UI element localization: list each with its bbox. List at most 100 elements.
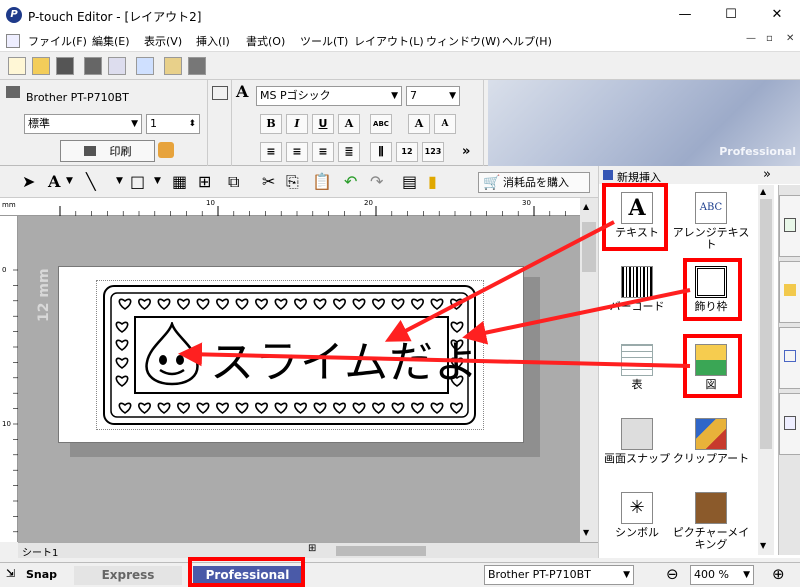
menu-layout[interactable]: レイアウト(L) [354,33,424,49]
mdi-restore-button[interactable]: ▫ [766,33,773,44]
menu-view[interactable]: 表示(V) [144,33,182,49]
close-button[interactable]: ✕ [754,0,800,30]
insert-arrange-text-tool[interactable]: ABC アレンジテキスト [671,192,751,251]
shrink-font-icon[interactable]: A [434,114,456,134]
tab-objects[interactable] [779,327,800,389]
align-center-icon[interactable]: ≡ [286,142,308,162]
list-view-icon[interactable]: ▤ [402,172,417,191]
new-icon[interactable] [8,57,26,75]
buy-supplies-button[interactable]: 🛒 消耗品を購入 [478,172,590,193]
line-tool-icon[interactable]: ╲ [86,172,96,191]
add-sheet-icon[interactable]: ⊞ [308,543,316,554]
align-right-icon[interactable]: ≡ [312,142,334,162]
menu-format[interactable]: 書式(O) [246,33,285,49]
panel-scrollbar[interactable]: ▲ ▼ [758,185,774,555]
undo-icon[interactable]: ↶ [344,172,357,191]
layout-tool-icon[interactable]: ⊞ [198,172,211,191]
horizontal-scroll-thumb[interactable] [336,546,426,556]
underline-button[interactable]: U [312,114,334,134]
copies-value: 1 [150,117,157,130]
scroll-thumb[interactable] [760,199,772,449]
cut-icon[interactable]: ✂ [262,172,275,191]
mdi-minimize-button[interactable]: — [746,33,756,44]
scroll-down-icon[interactable]: ▼ [760,541,766,550]
tab-favorites[interactable] [779,261,800,323]
chevron-down-icon[interactable]: ▼ [116,176,123,186]
status-printer-select[interactable]: Brother PT-P710BT ▼ [484,565,634,585]
select-cursor-icon[interactable]: ➤ [22,172,35,191]
table-icon [621,344,653,376]
table-tool-icon[interactable]: ▦ [172,172,187,191]
menu-tools[interactable]: ツール(T) [300,33,348,49]
page-setup-icon[interactable] [212,86,228,100]
italic-button[interactable]: I [286,114,308,134]
bold-button[interactable]: B [260,114,282,134]
insert-picture-making-tool[interactable]: ピクチャーメイキング [671,492,751,551]
outline-text-button[interactable]: A [338,114,360,134]
vertical-text-icon[interactable]: ⫼ [370,142,392,162]
numbering-icon[interactable]: 123 [422,142,444,162]
document-icon[interactable] [6,34,20,48]
open-folder-icon[interactable] [32,57,50,75]
snap-mode-button[interactable]: Snap [26,568,57,581]
print-options-icon[interactable] [158,142,174,158]
insert-screen-snap-tool[interactable]: 画面スナップ [597,418,677,465]
chevron-down-icon[interactable]: ▼ [66,176,73,186]
arrange-tool-icon[interactable]: ⧉ [228,172,239,192]
tab-new-insert[interactable] [779,195,800,257]
device-icon[interactable] [188,57,206,75]
transfer-icon[interactable] [164,57,182,75]
snap-icon[interactable]: ⇲ [6,567,15,580]
zoom-out-icon[interactable]: ⊖ [666,565,679,583]
insert-barcode-tool[interactable]: バーコード [597,266,677,313]
save-icon[interactable] [56,57,74,75]
text-tool-icon[interactable]: A [48,172,60,191]
font-size-select[interactable]: 7 ▼ [406,86,460,106]
panel-expand-icon[interactable]: » [763,167,771,182]
insert-symbol-tool[interactable]: ✳ シンボル [597,492,677,539]
char-spacing-button[interactable]: ABC [370,114,392,134]
print-preview-icon[interactable] [108,57,126,75]
menu-help[interactable]: ヘルプ(H) [502,33,552,49]
font-name-select[interactable]: MS Pゴシック ▼ [256,86,402,106]
insert-table-tool[interactable]: 表 [597,344,677,391]
menu-edit[interactable]: 編集(E) [92,33,130,49]
print-icon[interactable] [84,57,102,75]
insert-clipart-tool[interactable]: クリップアート [671,418,751,465]
number-direction-icon[interactable]: 12 [396,142,418,162]
tab-properties[interactable] [779,393,800,455]
copy-icon[interactable]: ⎘ [286,172,299,192]
more-chevron-icon[interactable]: » [462,144,470,159]
sheet-tab[interactable]: シート1 [22,544,58,559]
zoom-select[interactable]: 400 % ▼ [690,565,754,585]
slime-image[interactable] [142,322,202,386]
align-left-icon[interactable]: ≡ [260,142,282,162]
menu-insert[interactable]: 挿入(I) [196,33,230,49]
justify-icon[interactable]: ≣ [338,142,360,162]
express-mode-button[interactable]: Express [74,566,182,585]
chevron-down-icon[interactable]: ▼ [154,176,161,186]
menu-file[interactable]: ファイル(F) [28,33,87,49]
font-name-value: MS Pゴシック [260,89,331,102]
zoom-in-icon[interactable]: ⊕ [772,565,785,583]
redo-icon[interactable]: ↷ [370,172,383,191]
chevron-down-icon: ▼ [743,570,750,580]
mdi-close-button[interactable]: ✕ [786,33,794,44]
scroll-up-icon[interactable]: ▲ [760,187,766,196]
scroll-up-icon[interactable]: ▲ [583,202,589,211]
copies-stepper[interactable]: 1 ⬍ [146,114,200,134]
minimize-button[interactable]: — [662,0,708,30]
maximize-button[interactable]: ☐ [708,0,754,30]
database-icon[interactable]: ▮ [428,172,437,191]
scroll-thumb[interactable] [582,222,596,272]
print-button[interactable]: 印刷 [60,140,155,162]
label-text[interactable]: スライムだよ [210,326,479,390]
paste-icon[interactable]: 📋 [312,172,332,191]
rectangle-tool-icon[interactable]: □ [130,172,145,191]
mode-select[interactable]: 標準 ▼ [24,114,142,134]
grow-font-icon[interactable]: A [408,114,430,134]
menu-window[interactable]: ウィンドウ(W) [426,33,500,49]
canvas-vertical-scrollbar[interactable]: ▲ ▼ [580,198,598,542]
scroll-down-icon[interactable]: ▼ [583,528,589,537]
text-frame-icon[interactable] [136,57,154,75]
